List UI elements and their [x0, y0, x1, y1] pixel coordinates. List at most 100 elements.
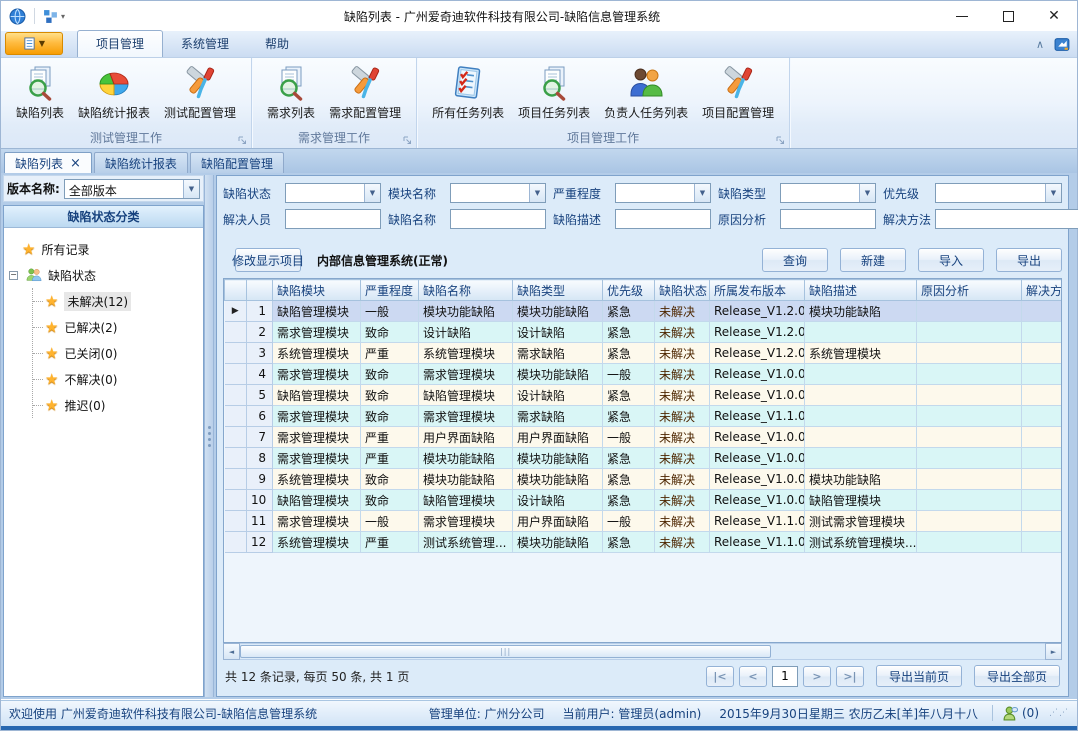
document-tab-1[interactable]: 缺陷统计报表 [94, 152, 188, 173]
ribbon-button[interactable]: 项目配置管理 [695, 62, 781, 123]
grid-cell[interactable]: Release_V1.0.0 [710, 469, 805, 490]
grid-cell[interactable]: 未解决 [655, 385, 710, 406]
grid-cell[interactable]: 设计缺陷 [513, 322, 603, 343]
grid-cell[interactable] [1022, 385, 1063, 406]
page-number-input[interactable] [772, 666, 798, 687]
grid-header-9[interactable]: 解决方法 [1022, 280, 1063, 301]
toolbar-button-导出[interactable]: 导出 [996, 248, 1062, 272]
grid-cell[interactable]: 系统管理模块 [805, 343, 917, 364]
document-tab-0[interactable]: 缺陷列表× [4, 152, 92, 173]
grid-cell[interactable]: 一般 [603, 427, 655, 448]
ribbon-tab-1[interactable]: 系统管理 [163, 31, 247, 57]
grid-cell[interactable]: 严重 [361, 448, 419, 469]
grid-cell[interactable]: Release_V1.2.0 [710, 322, 805, 343]
grid-cell[interactable]: 紧急 [603, 532, 655, 553]
grid-cell[interactable]: 缺陷管理模块 [273, 385, 361, 406]
filter-input[interactable] [285, 209, 381, 229]
row-selector-cell[interactable] [225, 469, 247, 490]
ribbon-button[interactable]: 缺陷列表 [9, 62, 71, 123]
grid-cell[interactable]: Release_V1.0.0 [710, 490, 805, 511]
tree-item[interactable]: ★不解决(0) [33, 366, 199, 392]
grid-cell[interactable]: 致命 [361, 406, 419, 427]
table-row[interactable]: 4需求管理模块致命需求管理模块模块功能缺陷一般未解决Release_V1.0.0 [225, 364, 1063, 385]
grid-cell[interactable]: 需求管理模块 [273, 322, 361, 343]
grid-cell[interactable]: 一般 [603, 511, 655, 532]
grid-cell[interactable] [805, 406, 917, 427]
grid-cell[interactable]: Release_V1.0.0 [710, 448, 805, 469]
collapse-ribbon-icon[interactable]: ∧ [1036, 38, 1044, 51]
filter-input[interactable] [935, 209, 1078, 229]
minimize-button[interactable] [939, 1, 985, 31]
table-row[interactable]: 2需求管理模块致命设计缺陷设计缺陷紧急未解决Release_V1.2.0 [225, 322, 1063, 343]
grid-squares-icon[interactable] [43, 9, 58, 24]
table-row[interactable]: 12系统管理模块严重测试系统管理...模块功能缺陷紧急未解决Release_V1… [225, 532, 1063, 553]
grid-cell[interactable]: 未解决 [655, 448, 710, 469]
grid-cell[interactable]: 需求管理模块 [273, 427, 361, 448]
grid-cell[interactable] [917, 448, 1022, 469]
grid-cell[interactable]: 未解决 [655, 301, 710, 322]
grid-cell[interactable]: 模块功能缺陷 [419, 301, 513, 322]
export-all-pages-button[interactable]: 导出全部页 [974, 665, 1060, 687]
tree-item[interactable]: ★所有记录 [8, 236, 199, 262]
grid-cell[interactable]: 缺陷管理模块 [419, 490, 513, 511]
grid-cell[interactable] [917, 490, 1022, 511]
resize-grip[interactable]: ⋰⋰ [1049, 708, 1069, 718]
grid-cell[interactable]: 模块功能缺陷 [513, 469, 603, 490]
grid-cell[interactable]: 需求管理模块 [419, 406, 513, 427]
scrollbar-track[interactable]: ||| [240, 643, 1045, 660]
export-current-page-button[interactable]: 导出当前页 [876, 665, 962, 687]
grid-cell[interactable]: 一般 [361, 511, 419, 532]
row-selector-cell[interactable] [225, 532, 247, 553]
grid-cell[interactable] [1022, 406, 1063, 427]
grid-header-0[interactable]: 缺陷模块 [273, 280, 361, 301]
grid-cell[interactable]: Release_V1.0.0 [710, 427, 805, 448]
grid-header-5[interactable]: 缺陷状态 [655, 280, 710, 301]
row-selector-cell[interactable] [225, 448, 247, 469]
table-row[interactable]: 5缺陷管理模块致命缺陷管理模块设计缺陷紧急未解决Release_V1.0.0 [225, 385, 1063, 406]
grid-cell[interactable]: 未解决 [655, 427, 710, 448]
grid-cell[interactable]: 未解决 [655, 322, 710, 343]
ribbon-button[interactable]: 需求列表 [260, 62, 322, 123]
chevron-down-icon[interactable]: ▼ [183, 180, 199, 198]
grid-cell[interactable]: 测试系统管理模块... [805, 532, 917, 553]
grid-cell[interactable] [805, 364, 917, 385]
grid-cell[interactable] [917, 532, 1022, 553]
grid-cell[interactable]: 模块功能缺陷 [513, 448, 603, 469]
help-icon[interactable] [1054, 36, 1071, 53]
grid-cell[interactable]: 紧急 [603, 301, 655, 322]
ribbon-button[interactable]: 测试配置管理 [157, 62, 243, 123]
chevron-down-icon[interactable]: ▼ [1045, 184, 1061, 202]
close-tab-icon[interactable]: × [70, 157, 81, 170]
grid-cell[interactable]: 紧急 [603, 322, 655, 343]
grid-cell[interactable]: 需求管理模块 [419, 364, 513, 385]
grid-cell[interactable] [917, 301, 1022, 322]
grid-cell[interactable]: Release_V1.0.0 [710, 364, 805, 385]
grid-cell[interactable] [917, 427, 1022, 448]
chevron-down-icon[interactable]: ▼ [529, 184, 545, 202]
grid-cell[interactable] [1022, 469, 1063, 490]
chevron-down-icon[interactable]: ▼ [364, 184, 380, 202]
prev-page-button[interactable]: < [739, 666, 767, 687]
grid-header-2[interactable]: 缺陷名称 [419, 280, 513, 301]
grid-cell[interactable]: 设计缺陷 [513, 490, 603, 511]
grid-cell[interactable]: 致命 [361, 322, 419, 343]
grid-cell[interactable]: 测试需求管理模块 [805, 511, 917, 532]
close-button[interactable]: ✕ [1031, 1, 1077, 31]
row-selector-cell[interactable] [225, 385, 247, 406]
grid-cell[interactable] [917, 385, 1022, 406]
grid-cell[interactable] [917, 511, 1022, 532]
grid-cell[interactable]: 需求管理模块 [273, 511, 361, 532]
grid-cell[interactable]: Release_V1.1.0 [710, 511, 805, 532]
grid-header-1[interactable]: 严重程度 [361, 280, 419, 301]
grid-cell[interactable] [917, 343, 1022, 364]
row-selector-cell[interactable] [225, 343, 247, 364]
table-row[interactable]: 9系统管理模块致命模块功能缺陷模块功能缺陷紧急未解决Release_V1.0.0… [225, 469, 1063, 490]
grid-cell[interactable] [805, 385, 917, 406]
ribbon-tab-2[interactable]: 帮助 [247, 31, 307, 57]
chevron-down-icon[interactable]: ▼ [694, 184, 710, 202]
table-row[interactable]: 8需求管理模块严重模块功能缺陷模块功能缺陷紧急未解决Release_V1.0.0 [225, 448, 1063, 469]
grid-cell[interactable]: Release_V1.2.0 [710, 301, 805, 322]
grid-cell[interactable]: Release_V1.0.0 [710, 385, 805, 406]
horizontal-scrollbar[interactable]: ◄ ||| ► [223, 643, 1062, 660]
grid-cell[interactable]: 严重 [361, 427, 419, 448]
